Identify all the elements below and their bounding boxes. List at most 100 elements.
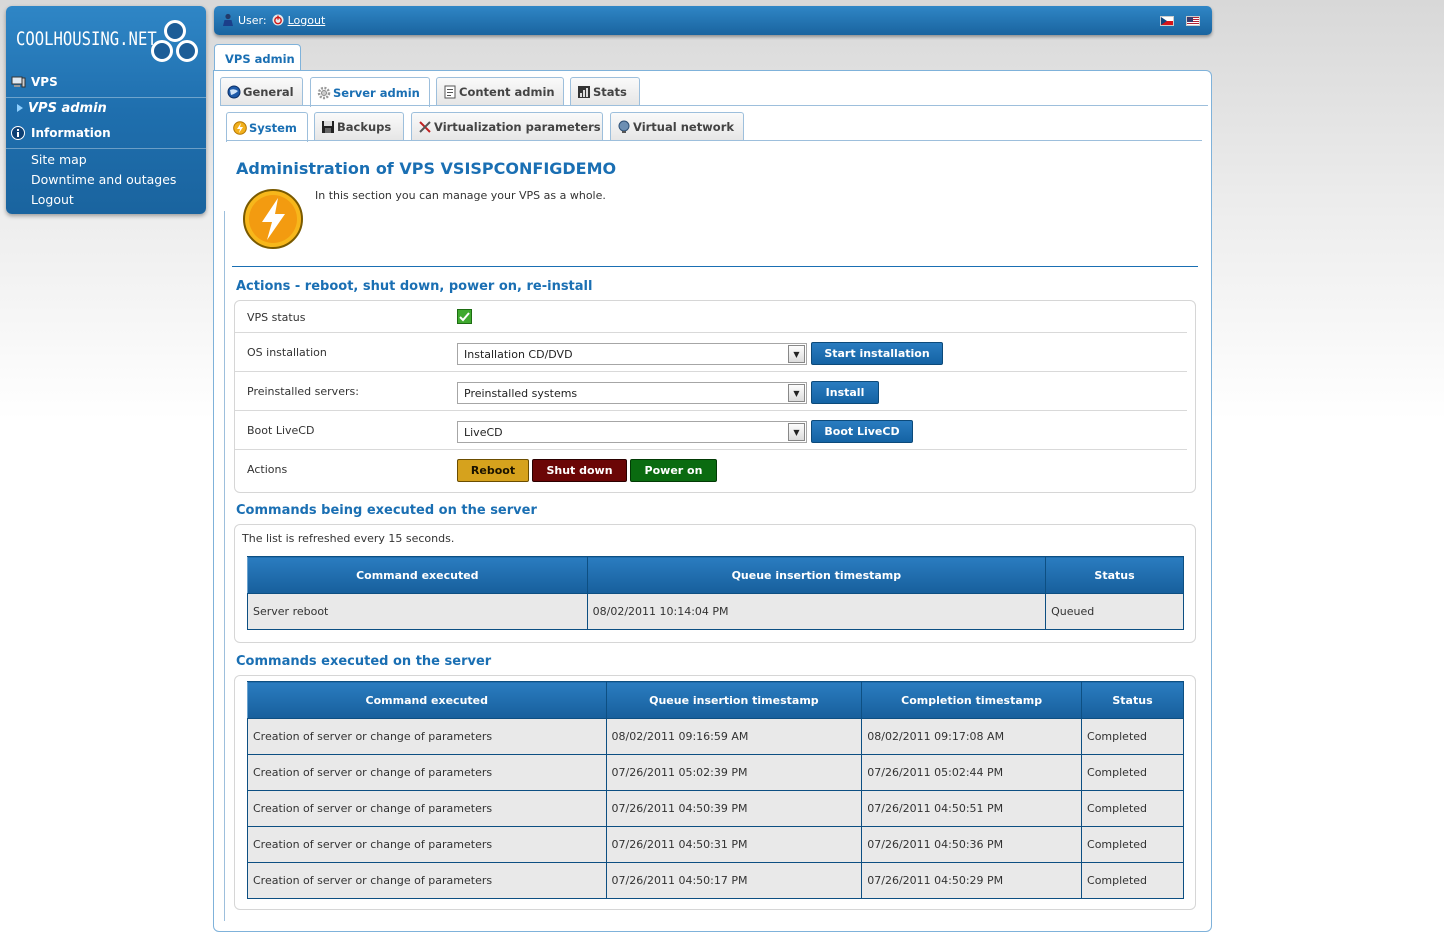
table-cell: Creation of server or change of paramete… (247, 862, 607, 899)
tab-content-admin[interactable]: Content admin (436, 77, 564, 105)
table-cell: Creation of server or change of paramete… (247, 826, 607, 863)
table-row: Creation of server or change of paramete… (247, 826, 1184, 863)
logo[interactable]: COOLHOUSING.NET (16, 14, 204, 70)
table-cell: 08/02/2011 10:14:04 PM (586, 593, 1047, 630)
logo-circle-icon (176, 40, 198, 62)
actions-label: Actions (247, 463, 288, 476)
column-header: Status (1045, 556, 1184, 594)
column-header: Status (1081, 681, 1184, 719)
start-installation-button[interactable]: Start installation (811, 342, 943, 365)
logout-icon (272, 14, 284, 26)
executed-commands-box: Command executed Queue insertion timesta… (234, 675, 1196, 910)
os-installation-label: OS installation (247, 346, 327, 359)
table-cell: 07/26/2011 04:50:36 PM (861, 826, 1083, 863)
subtab-virtual-network[interactable]: Virtual network (610, 112, 744, 140)
tab-label: General (243, 84, 294, 99)
section-divider (232, 266, 1198, 267)
sidebar-link-site-map[interactable]: Site map (31, 152, 87, 167)
tab-label: Virtualization parameters (434, 119, 601, 134)
reboot-button[interactable]: Reboot (457, 459, 529, 482)
table-cell: 08/02/2011 09:17:08 AM (861, 718, 1083, 755)
chevron-down-icon[interactable]: ▼ (788, 384, 805, 402)
vps-status-label: VPS status (247, 311, 306, 324)
preinstalled-select[interactable]: Preinstalled systems ▼ (457, 382, 807, 404)
page-title: Administration of VPS VSISPCONFIGDEMO (236, 159, 617, 178)
sidebar-link-downtime[interactable]: Downtime and outages (31, 172, 176, 187)
scrollbar-left-edge (224, 211, 225, 921)
running-commands-table: Command executed Queue insertion timesta… (247, 556, 1184, 630)
chevron-down-icon[interactable]: ▼ (788, 423, 805, 441)
chevron-down-icon[interactable]: ▼ (788, 345, 805, 363)
livecd-select[interactable]: LiveCD ▼ (457, 421, 807, 443)
subtab-virtualization-parameters[interactable]: Virtualization parameters (411, 112, 603, 140)
table-cell: Completed (1081, 862, 1184, 899)
column-header: Queue insertion timestamp (586, 556, 1047, 594)
table-cell: 07/26/2011 04:50:29 PM (861, 862, 1083, 899)
logo-text: COOLHOUSING.NET (16, 28, 157, 50)
row-os-installation: OS installation Installation CD/DVD ▼ St… (235, 333, 1187, 372)
table-cell: Completed (1081, 718, 1184, 755)
tab-vps-admin[interactable]: VPS admin (214, 44, 301, 72)
flag-czech-icon[interactable] (1160, 16, 1174, 26)
actions-box: VPS status OS installation Installation … (234, 300, 1196, 493)
sidebar-item-vps[interactable]: VPS (6, 74, 206, 90)
table-cell: Completed (1081, 754, 1184, 791)
tab-label: Stats (593, 84, 627, 99)
sidebar-item-label: VPS (31, 75, 58, 89)
table-cell: Creation of server or change of paramete… (247, 754, 607, 791)
subtab-system[interactable]: System (226, 112, 308, 142)
logo-circle-icon (151, 40, 173, 62)
check-icon (457, 309, 472, 324)
row-preinstalled-servers: Preinstalled servers: Preinstalled syste… (235, 372, 1187, 411)
row-actions: Actions Reboot Shut down Power on (235, 450, 1187, 489)
os-installation-select[interactable]: Installation CD/DVD ▼ (457, 343, 807, 365)
sidebar-item-label: VPS admin (28, 100, 107, 116)
tab-general[interactable]: General (220, 77, 303, 105)
executed-commands-heading: Commands executed on the server (236, 654, 492, 669)
executed-commands-table: Command executed Queue insertion timesta… (247, 681, 1184, 899)
system-power-icon (242, 188, 304, 250)
row-boot-livecd: Boot LiveCD LiveCD ▼ Boot LiveCD (235, 411, 1187, 450)
table-cell: Creation of server or change of paramete… (247, 718, 607, 755)
sidebar-link-logout[interactable]: Logout (31, 192, 74, 207)
poweron-button[interactable]: Power on (630, 459, 717, 482)
preinstalled-label: Preinstalled servers: (247, 385, 359, 398)
table-cell: 07/26/2011 05:02:39 PM (605, 754, 863, 791)
boot-livecd-button[interactable]: Boot LiveCD (811, 420, 913, 443)
table-cell: 08/02/2011 09:16:59 AM (605, 718, 863, 755)
table-cell: 07/26/2011 05:02:44 PM (861, 754, 1083, 791)
sidebar: COOLHOUSING.NET VPS VPS admin Informatio… (6, 6, 206, 214)
select-value: LiveCD (464, 426, 503, 439)
table-cell: Queued (1045, 593, 1184, 630)
user-label: User: (238, 13, 267, 27)
computer-icon (10, 75, 26, 89)
tab-stats[interactable]: Stats (570, 77, 640, 105)
refresh-note: The list is refreshed every 15 seconds. (242, 532, 455, 545)
table-cell: 07/26/2011 04:50:17 PM (605, 862, 863, 899)
stats-icon (577, 85, 591, 99)
table-cell: Completed (1081, 790, 1184, 827)
install-button[interactable]: Install (811, 381, 879, 404)
table-cell: 07/26/2011 04:50:31 PM (605, 826, 863, 863)
logout-link[interactable]: Logout (288, 14, 326, 27)
sidebar-item-vps-admin[interactable]: VPS admin (6, 100, 206, 116)
subtab-baseline (226, 140, 1202, 141)
running-commands-box: The list is refreshed every 15 seconds. … (234, 524, 1196, 643)
gear-icon (317, 86, 331, 100)
floppy-icon (321, 120, 335, 134)
document-icon (443, 85, 457, 99)
column-header: Command executed (247, 556, 588, 594)
table-row: Server reboot 08/02/2011 10:14:04 PM Que… (247, 593, 1184, 630)
table-row: Creation of server or change of paramete… (247, 790, 1184, 827)
sidebar-item-information[interactable]: Information (6, 125, 206, 141)
tab-server-admin[interactable]: Server admin (310, 77, 430, 107)
page-intro: In this section you can manage your VPS … (315, 189, 606, 202)
user-info: User: Logout (222, 13, 325, 27)
flag-us-icon[interactable] (1186, 16, 1200, 26)
shutdown-button[interactable]: Shut down (532, 459, 627, 482)
table-row: Creation of server or change of paramete… (247, 718, 1184, 755)
top-bar: User: Logout (214, 6, 1212, 35)
sidebar-divider (6, 148, 206, 149)
subtab-backups[interactable]: Backups (314, 112, 404, 140)
tab-label: Backups (337, 119, 392, 134)
